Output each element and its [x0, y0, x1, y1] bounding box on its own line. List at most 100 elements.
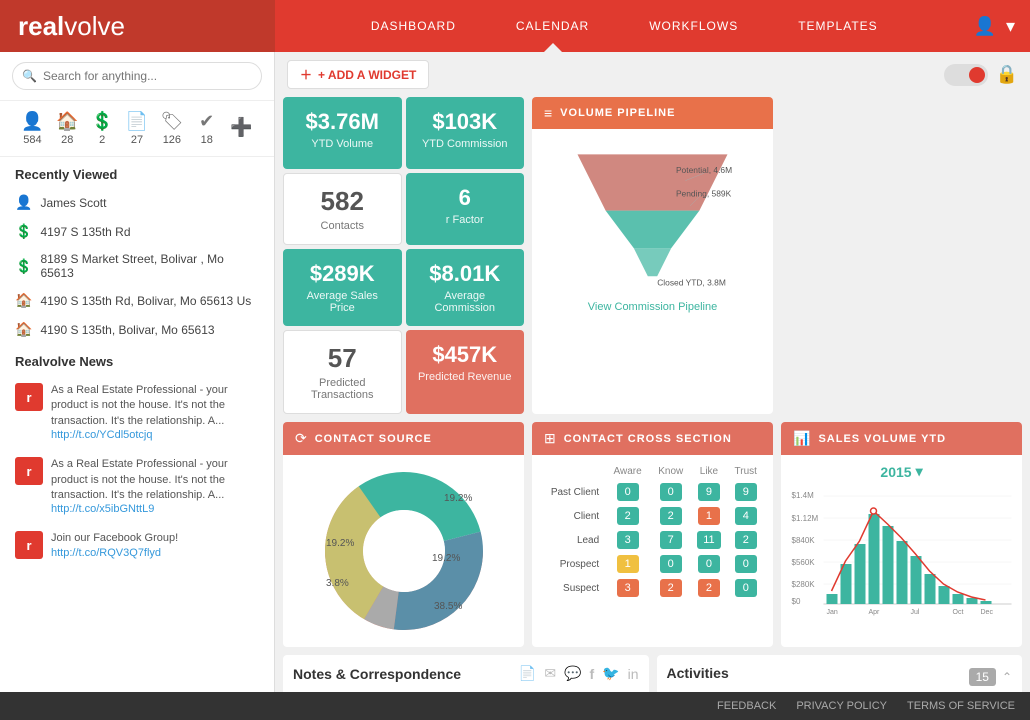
quick-tags[interactable]: 🏷 126 [154, 111, 189, 146]
news-icon-2: r [15, 457, 43, 485]
contact-cross-section-panel: ⊞ CONTACT CROSS SECTION Aware Know Like … [532, 422, 773, 647]
news-link-2[interactable]: http://t.co/x5ibGNttL9 [51, 503, 259, 515]
stat-avg-commission[interactable]: $8.01K Average Commission [406, 249, 525, 326]
contacts-icon: 👤 [21, 111, 43, 132]
stat-value-pred-rev: $457K [416, 342, 515, 368]
news-icon-3: r [15, 531, 43, 559]
svg-text:$1.12M: $1.12M [792, 514, 819, 523]
cross-cell[interactable]: 0 [727, 552, 766, 576]
stat-avg-sales[interactable]: $289K Average Sales Price [283, 249, 402, 326]
cross-row-label: Prospect [540, 552, 605, 576]
news-content-2: As a Real Estate Professional - your pro… [51, 457, 259, 515]
cross-cell[interactable]: 0 [605, 480, 650, 504]
stats-group: $3.76M YTD Volume $103K YTD Commission 5… [283, 97, 524, 414]
feedback-link[interactable]: FEEDBACK [717, 700, 776, 712]
cross-cell[interactable]: 9 [727, 480, 766, 504]
lock-icon: 🔒 [996, 64, 1018, 85]
collapse-icon[interactable]: ⌃ [1002, 670, 1012, 684]
sales-volume-panel: 📊 SALES VOLUME YTD 2015 ▾ $1.4M $1.12M $… [781, 422, 1022, 647]
donut-chart: 19.2% 19.2% 3.8% 38.5% 19.2% [324, 471, 484, 631]
home-icon: 🏠 [15, 292, 32, 309]
tags-count: 126 [163, 134, 181, 146]
cross-cell[interactable]: 1 [605, 552, 650, 576]
cross-cell[interactable]: 2 [727, 528, 766, 552]
cross-cell[interactable]: 9 [691, 480, 726, 504]
news-link-1[interactable]: http://t.co/YCdl5otcjq [51, 429, 259, 441]
sales-body: 2015 ▾ $1.4M $1.12M $840K $560K $280K $0 [781, 455, 1022, 627]
docs-icon: 📄 [126, 111, 148, 132]
cross-cell[interactable]: 0 [650, 552, 691, 576]
cross-cell[interactable]: 11 [691, 528, 726, 552]
stat-rfactor[interactable]: 6 r Factor [406, 173, 525, 245]
cross-cell[interactable]: 4 [727, 504, 766, 528]
stat-predicted-rev[interactable]: $457K Predicted Revenue [406, 330, 525, 414]
news-text-2: As a Real Estate Professional - your pro… [51, 457, 259, 503]
stat-ytd-commission[interactable]: $103K YTD Commission [406, 97, 525, 169]
source-body: 19.2% 19.2% 3.8% 38.5% 19.2% [283, 455, 524, 647]
user-icon[interactable]: 👤 [974, 16, 996, 37]
stat-value-ytd-com: $103K [416, 109, 515, 135]
cross-cell[interactable]: 2 [650, 576, 691, 600]
recent-4190-th[interactable]: 🏠 4190 S 135th, Bolivar, Mo 65613 [0, 315, 274, 344]
quick-tasks[interactable]: ✔ 18 [189, 111, 224, 146]
cross-cell[interactable]: 3 [605, 528, 650, 552]
quick-homes[interactable]: 🏠 28 [50, 111, 85, 146]
svg-text:$280K: $280K [792, 580, 816, 589]
recent-4197[interactable]: 💲 4197 S 135th Rd [0, 217, 274, 246]
cross-table: Aware Know Like Trust Past Client0099Cli… [540, 463, 765, 600]
quick-add[interactable]: ➕ [224, 117, 259, 140]
cross-row-label: Suspect [540, 576, 605, 600]
quick-deals[interactable]: 💲 2 [85, 111, 120, 146]
notes-panel-top: Notes & Correspondence 📄 ✉ 💬 f 🐦 in [293, 665, 639, 690]
linkedin-icon[interactable]: in [628, 666, 639, 682]
footer: FEEDBACK PRIVACY POLICY TERMS OF SERVICE [0, 692, 1030, 720]
add-icon: ➕ [230, 117, 252, 138]
recent-8189[interactable]: 💲 8189 S Market Street, Bolivar , Mo 656… [0, 246, 274, 286]
stat-ytd-volume[interactable]: $3.76M YTD Volume [283, 97, 402, 169]
year-selector[interactable]: 2015 ▾ [789, 463, 1014, 480]
quick-docs[interactable]: 📄 27 [120, 111, 155, 146]
cross-cell[interactable]: 0 [650, 480, 691, 504]
cross-cell[interactable]: 1 [691, 504, 726, 528]
nav-templates[interactable]: TEMPLATES [798, 0, 877, 52]
toggle-switch[interactable] [944, 64, 988, 86]
news-item-2[interactable]: r As a Real Estate Professional - your p… [0, 449, 274, 523]
cross-cell[interactable]: 2 [605, 504, 650, 528]
privacy-link[interactable]: PRIVACY POLICY [796, 700, 887, 712]
cross-cell[interactable]: 3 [605, 576, 650, 600]
logo: realvolve [18, 11, 125, 42]
add-widget-button[interactable]: ＋ + ADD A WIDGET [287, 60, 429, 89]
home-icon-2: 🏠 [15, 321, 32, 338]
news-title: Realvolve News [0, 344, 274, 375]
recent-james-scott[interactable]: 👤 James Scott [0, 188, 274, 217]
view-pipeline-link[interactable]: View Commission Pipeline [582, 295, 723, 319]
cross-cell[interactable]: 2 [691, 576, 726, 600]
chat-icon[interactable]: 💬 [564, 665, 581, 682]
cross-cell[interactable]: 7 [650, 528, 691, 552]
cross-cell[interactable]: 0 [727, 576, 766, 600]
nav-workflows[interactable]: WORKFLOWS [649, 0, 738, 52]
contacts-count: 584 [23, 134, 41, 146]
facebook-icon[interactable]: f [589, 666, 594, 682]
news-item-1[interactable]: r As a Real Estate Professional - your p… [0, 375, 274, 449]
nav-dashboard[interactable]: DASHBOARD [371, 0, 456, 52]
search-input[interactable] [12, 62, 262, 90]
news-icon-1: r [15, 383, 43, 411]
property-icon: 💲 [15, 223, 32, 240]
cross-section-header: ⊞ CONTACT CROSS SECTION [532, 422, 773, 455]
news-item-3[interactable]: r Join our Facebook Group! http://t.co/R… [0, 523, 274, 567]
cross-cell[interactable]: 2 [650, 504, 691, 528]
cross-cell[interactable]: 0 [691, 552, 726, 576]
stat-predicted-tx[interactable]: 57 Predicted Transactions [283, 330, 402, 414]
quick-contacts[interactable]: 👤 584 [15, 111, 50, 146]
doc-icon[interactable]: 📄 [519, 665, 536, 682]
twitter-icon[interactable]: 🐦 [602, 665, 619, 682]
dropdown-icon[interactable]: ▾ [1006, 16, 1015, 37]
nav-calendar[interactable]: CALENDAR [516, 0, 589, 52]
terms-link[interactable]: TERMS OF SERVICE [907, 700, 1015, 712]
recent-4190-rd[interactable]: 🏠 4190 S 135th Rd, Bolivar, Mo 65613 Us [0, 286, 274, 315]
stat-contacts[interactable]: 582 Contacts [283, 173, 402, 245]
email-icon[interactable]: ✉ [544, 665, 556, 682]
news-link-3[interactable]: http://t.co/RQV3Q7flyd [51, 547, 178, 559]
top-nav: realvolve DASHBOARD CALENDAR WORKFLOWS T… [0, 0, 1030, 52]
